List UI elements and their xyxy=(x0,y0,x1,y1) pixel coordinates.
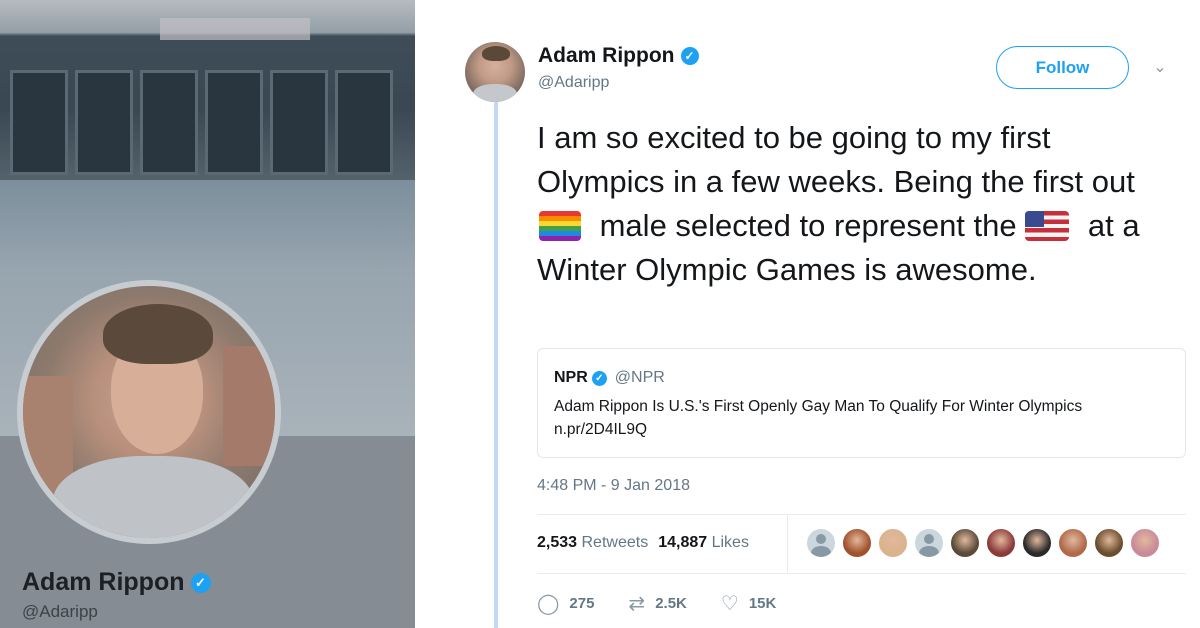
profile-name[interactable]: Adam Rippon ✓ xyxy=(22,568,211,597)
likes-label: Likes xyxy=(711,534,749,551)
like-icon[interactable]: ♡ xyxy=(721,591,739,616)
quoted-author-name: NPR xyxy=(554,369,588,386)
likes-stat[interactable]: 14,887 Likes xyxy=(658,534,749,552)
author-avatar[interactable] xyxy=(465,42,525,102)
avatar-hair xyxy=(482,46,510,61)
tweet-timestamp[interactable]: 4:48 PM - 9 Jan 2018 xyxy=(537,477,690,495)
avatar-hair xyxy=(103,304,213,364)
like-count: 15K xyxy=(748,595,777,612)
tweet-text: I am so excited to be going to my first … xyxy=(537,116,1177,292)
liker-avatar[interactable] xyxy=(949,527,981,559)
profile-name-text[interactable]: Adam Rippon xyxy=(22,568,185,597)
likers-avatars xyxy=(805,527,1161,559)
liker-avatar[interactable] xyxy=(913,527,945,559)
tweet-text-part: male selected to represent the xyxy=(591,208,1026,243)
reply-count: 275 xyxy=(569,595,595,612)
rainbow-flag-emoji xyxy=(539,211,581,241)
retweet-action[interactable]: ⇄ 2.5K xyxy=(628,591,686,616)
divider xyxy=(537,514,1186,515)
tweet-card: Adam Rippon ✓ @Adaripp Follow ⌄ I am so … xyxy=(415,0,1200,628)
liker-avatar[interactable] xyxy=(1021,527,1053,559)
profile-avatar-large[interactable] xyxy=(17,280,281,544)
profile-handle[interactable]: @Adaripp xyxy=(22,602,98,622)
author-name-text[interactable]: Adam Rippon xyxy=(538,44,675,68)
quoted-author-handle: @NPR xyxy=(614,369,665,386)
follow-button[interactable]: Follow xyxy=(996,46,1129,89)
liker-avatar[interactable] xyxy=(1129,527,1161,559)
us-flag-emoji xyxy=(1025,211,1070,241)
stats-separator xyxy=(787,515,788,572)
quoted-tweet[interactable]: NPR ✓ @NPR Adam Rippon Is U.S.'s First O… xyxy=(537,348,1186,458)
author-name[interactable]: Adam Rippon ✓ xyxy=(538,44,699,68)
thread-line xyxy=(494,100,498,628)
avatar-shirt xyxy=(473,84,517,102)
verified-badge-icon: ✓ xyxy=(591,370,607,386)
retweets-stat[interactable]: 2,533 Retweets xyxy=(537,534,648,552)
quoted-text: Adam Rippon Is U.S.'s First Openly Gay M… xyxy=(554,398,1083,438)
chevron-down-icon[interactable]: ⌄ xyxy=(1151,58,1169,76)
avatar-shirt xyxy=(53,456,253,538)
liker-avatar[interactable] xyxy=(1057,527,1089,559)
reply-icon[interactable]: ◯ xyxy=(537,591,559,616)
tweet-actions: ◯ 275 ⇄ 2.5K ♡ 15K xyxy=(537,591,810,616)
liker-avatar[interactable] xyxy=(805,527,837,559)
liker-avatar[interactable] xyxy=(985,527,1017,559)
tweet-text-part: I am so excited to be going to my first … xyxy=(537,120,1135,199)
retweet-icon[interactable]: ⇄ xyxy=(628,591,645,616)
quoted-author: NPR ✓ @NPR xyxy=(554,369,665,387)
likes-count: 14,887 xyxy=(658,534,708,551)
avatar-background xyxy=(223,346,275,466)
verified-badge-icon: ✓ xyxy=(680,47,699,65)
like-action[interactable]: ♡ 15K xyxy=(721,591,776,616)
liker-avatar[interactable] xyxy=(841,527,873,559)
retweet-count: 2.5K xyxy=(655,595,687,612)
divider xyxy=(537,573,1186,574)
author-handle[interactable]: @Adaripp xyxy=(538,74,609,92)
retweets-count: 2,533 xyxy=(537,534,578,551)
liker-avatar[interactable] xyxy=(1093,527,1125,559)
reply-action[interactable]: ◯ 275 xyxy=(537,591,594,616)
engagement-stats: 2,533 Retweets 14,887 Likes xyxy=(537,534,749,552)
verified-badge-icon: ✓ xyxy=(190,572,211,593)
liker-avatar[interactable] xyxy=(877,527,909,559)
retweets-label: Retweets xyxy=(581,534,649,551)
background-profile-panel: Adam Rippon ✓ @Adaripp xyxy=(0,0,418,628)
